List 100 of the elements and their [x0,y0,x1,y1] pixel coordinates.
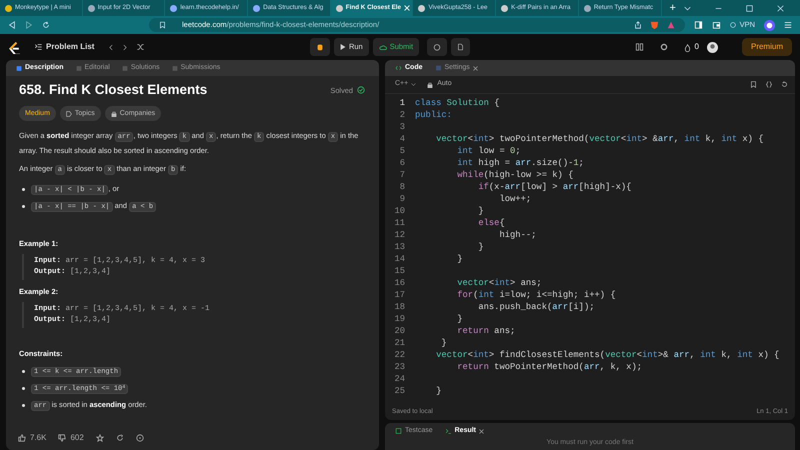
line-number: 25 [393,385,406,397]
line-number: 8 [398,181,406,193]
site-icon [418,4,426,12]
new-tab-button[interactable]: + [662,0,684,16]
code-line: } [435,385,442,397]
terminal-icon [444,428,452,434]
share-icon[interactable] [634,21,642,29]
problem-list-button[interactable]: Problem List [28,38,100,56]
site-icon [170,4,178,12]
profile-icon[interactable] [764,20,775,30]
star-icon[interactable] [96,434,104,442]
share-icon[interactable] [116,434,124,442]
bullet-icon [22,387,25,390]
line-number: 11 [393,217,406,229]
code-line: return ans; [456,325,516,337]
site-icon [88,4,95,12]
avatar-icon[interactable] [706,42,718,52]
code-line: } [440,337,447,349]
bookmark-icon[interactable] [750,81,757,88]
line-number: 23 [393,361,406,373]
back-icon[interactable] [8,21,16,29]
sidebar-icon[interactable] [694,21,703,29]
debug-button[interactable] [310,38,330,56]
bullet-icon [22,404,25,408]
line-number: 14 [393,253,406,265]
maximize-icon[interactable] [746,4,753,12]
line-number: 18 [393,301,406,313]
tag-icon [66,110,72,117]
tab-icon [16,64,22,72]
alarm-icon [433,43,442,51]
line-number: 5 [398,145,406,157]
previous-icon[interactable] [108,44,114,50]
line-number: 6 [398,157,406,169]
code-line: vector<int> ans; [456,277,542,289]
code-line: int high = arr.size()-1; [456,157,584,169]
bullet-icon [22,370,25,374]
bullet-icon [22,188,25,192]
line-number: 1 [398,97,406,109]
close-icon[interactable] [472,66,478,70]
code-line: class Solution { [415,97,500,109]
premium-button[interactable]: Premium [742,38,792,56]
line-number: 4 [398,133,406,145]
streak-counter[interactable]: 0 [684,41,699,53]
code-line: } [456,313,463,325]
tab-icon [172,64,178,72]
code-line: for(int i=low; i<=high; i++) { [456,289,616,301]
menu-icon[interactable] [784,21,792,29]
reload-icon[interactable] [42,21,50,29]
code-line: int low = 0; [456,145,521,157]
code-line: while(high-low >= k) { [456,169,574,181]
shuffle-icon[interactable] [136,43,146,51]
site-icon [253,4,260,12]
line-number: 7 [398,169,406,181]
timer-button[interactable] [427,38,448,56]
close-icon[interactable] [479,428,484,434]
tab-icon [76,64,82,72]
code-line: vector<int> twoPointerMethod(vector<int> &arr, int k, int x) { [435,133,764,145]
bullet-icon [22,205,25,208]
logo-icon[interactable] [8,40,20,54]
help-icon[interactable] [136,434,144,442]
code-line: } [477,241,484,253]
line-number: 9 [398,193,406,205]
sliders-icon [434,65,442,71]
wallet-icon[interactable] [712,21,721,29]
file-icon [457,43,464,51]
reset-icon[interactable] [781,81,788,88]
flame-icon [684,42,691,52]
bookmark-icon[interactable] [159,21,166,29]
code-line: if(x-arr[low] > arr[high]-x){ [477,181,632,193]
line-number: 22 [393,349,406,361]
code-icon [395,65,402,71]
line-number: 3 [398,121,406,133]
code-line: else{ [477,217,505,229]
code-line: low++; [498,193,532,205]
layout-icon[interactable] [634,43,644,51]
site-icon [336,4,343,12]
site-icon [584,4,591,12]
line-number: 2 [398,109,406,121]
problem-title: 658. Find K Closest Elements [19,82,208,98]
code-line: return twoPointerMethod(arr, k, x); [456,361,642,373]
bug-icon [316,43,324,51]
settings-icon[interactable] [660,43,668,51]
code-line: vector<int> findClosestElements(vector<int>& arr, int k, int x) { [435,349,780,361]
line-number: 24 [393,373,406,385]
chevron-down-icon[interactable] [684,4,691,12]
code-line: } [456,253,463,265]
tab-icon [122,64,128,72]
notes-button[interactable] [451,38,470,56]
line-number: 13 [393,241,406,253]
dislike-button[interactable]: 602 [58,432,84,444]
line-number: 12 [393,229,406,241]
site-icon [501,4,508,12]
braces-icon[interactable] [765,81,773,88]
cloud-icon [378,44,387,50]
next-icon[interactable] [122,44,128,50]
code-line: public: [415,109,452,121]
like-button[interactable]: 7.6K [18,432,46,444]
list-icon [34,43,43,51]
line-number: 21 [393,337,406,349]
check-circle-icon [357,86,365,94]
